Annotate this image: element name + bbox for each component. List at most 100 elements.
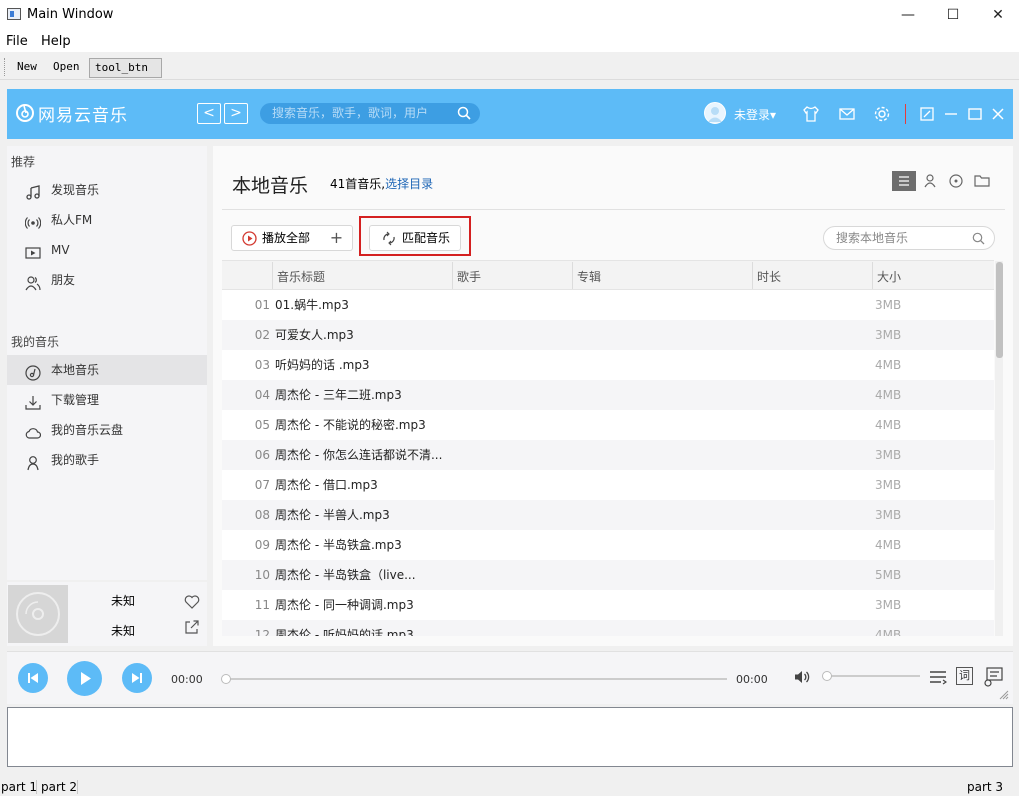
progress-slider[interactable] bbox=[225, 678, 727, 680]
play-all-button[interactable]: 播放全部 bbox=[231, 225, 322, 251]
resize-grip-icon[interactable] bbox=[999, 689, 1009, 700]
col-duration[interactable]: 时长 bbox=[757, 268, 781, 285]
sidebar-item-downloads[interactable]: 下载管理 bbox=[7, 385, 207, 415]
tool-button[interactable]: tool_btn bbox=[89, 58, 162, 78]
scrollbar-thumb[interactable] bbox=[996, 262, 1003, 358]
play-button[interactable] bbox=[67, 661, 102, 696]
col-title[interactable]: 音乐标题 bbox=[277, 268, 325, 285]
app-maximize-icon[interactable] bbox=[966, 105, 984, 123]
sidebar-item-mv[interactable]: MV bbox=[7, 235, 207, 265]
new-button[interactable]: New bbox=[12, 58, 42, 78]
table-header: 音乐标题 歌手 专辑 时长 大小 bbox=[222, 260, 994, 290]
heart-icon[interactable] bbox=[184, 595, 200, 609]
gear-icon[interactable] bbox=[873, 105, 891, 123]
next-button[interactable] bbox=[122, 663, 152, 693]
track-number: 12 bbox=[254, 628, 270, 636]
video-icon bbox=[25, 242, 41, 259]
table-row[interactable]: 01 01.蜗牛.mp3 3MB bbox=[222, 290, 994, 320]
col-size[interactable]: 大小 bbox=[877, 268, 901, 285]
table-row[interactable]: 06 周杰伦 - 你怎么连话都说不清... 3MB bbox=[222, 440, 994, 470]
column-divider bbox=[872, 262, 873, 289]
open-button[interactable]: Open bbox=[48, 58, 85, 78]
folder-view-button[interactable] bbox=[970, 171, 994, 191]
now-playing-song: 未知 bbox=[111, 594, 136, 608]
minimize-button[interactable]: — bbox=[885, 0, 931, 30]
sidebar-item-singers[interactable]: 我的歌手 bbox=[7, 445, 207, 475]
choose-dir-link[interactable]: 选择目录 bbox=[385, 177, 433, 191]
sidebar-item-label: 朋友 bbox=[51, 273, 76, 287]
chevron-down-icon: ▾ bbox=[770, 108, 777, 122]
play-icon bbox=[81, 672, 91, 685]
volume-knob[interactable] bbox=[822, 671, 832, 681]
table-row[interactable]: 08 周杰伦 - 半兽人.mp3 3MB bbox=[222, 500, 994, 530]
sidebar-item-label: 发现音乐 bbox=[51, 183, 100, 197]
progress-knob[interactable] bbox=[221, 674, 231, 684]
volume-icon[interactable] bbox=[793, 669, 811, 685]
text-edit-area[interactable] bbox=[7, 707, 1013, 767]
add-to-playlist-button[interactable]: + bbox=[321, 225, 353, 251]
avatar[interactable] bbox=[704, 102, 726, 124]
sidebar-item-local-music[interactable]: 本地音乐 bbox=[7, 355, 207, 385]
table-row[interactable]: 07 周杰伦 - 借口.mp3 3MB bbox=[222, 470, 994, 500]
track-title: 周杰伦 - 半兽人.mp3 bbox=[275, 508, 390, 522]
volume-slider[interactable] bbox=[826, 675, 920, 677]
table-row[interactable]: 04 周杰伦 - 三年二班.mp3 4MB bbox=[222, 380, 994, 410]
now-playing-artist: 未知 bbox=[111, 624, 136, 638]
track-title: 01.蜗牛.mp3 bbox=[275, 298, 349, 312]
album-cover[interactable] bbox=[8, 585, 68, 643]
app-header bbox=[7, 89, 1013, 139]
track-title: 可爱女人.mp3 bbox=[275, 328, 354, 342]
share-icon[interactable] bbox=[184, 619, 200, 635]
queue-icon[interactable] bbox=[983, 667, 1003, 687]
sidebar-item-friends[interactable]: 朋友 bbox=[7, 265, 207, 295]
mail-icon[interactable] bbox=[838, 105, 856, 123]
forward-button[interactable]: > bbox=[224, 103, 248, 124]
local-search-input[interactable]: 搜索本地音乐 bbox=[823, 226, 995, 250]
search-icon[interactable] bbox=[972, 232, 985, 245]
list-icon bbox=[899, 176, 909, 186]
album-view-button[interactable] bbox=[944, 171, 968, 191]
track-size: 4MB bbox=[875, 358, 902, 372]
table-row[interactable]: 09 周杰伦 - 半岛铁盒.mp3 4MB bbox=[222, 530, 994, 560]
match-music-button[interactable]: 匹配音乐 bbox=[369, 225, 461, 251]
match-music-label: 匹配音乐 bbox=[402, 231, 451, 245]
playlist-mode-icon[interactable] bbox=[929, 669, 948, 685]
list-view-button[interactable] bbox=[892, 171, 916, 191]
col-singer[interactable]: 歌手 bbox=[457, 268, 481, 285]
menu-file[interactable]: File bbox=[6, 34, 28, 49]
table-row[interactable]: 03 听妈妈的话 .mp3 4MB bbox=[222, 350, 994, 380]
menu-help[interactable]: Help bbox=[41, 34, 71, 49]
track-number: 11 bbox=[254, 598, 270, 612]
maximize-button[interactable]: ☐ bbox=[930, 0, 976, 30]
table-row[interactable]: 11 周杰伦 - 同一种调调.mp3 3MB bbox=[222, 590, 994, 620]
table-row[interactable]: 10 周杰伦 - 半岛铁盒（live... 5MB bbox=[222, 560, 994, 590]
skip-back-icon bbox=[28, 673, 38, 683]
prev-button[interactable] bbox=[18, 663, 48, 693]
table-row[interactable]: 05 周杰伦 - 不能说的秘密.mp3 4MB bbox=[222, 410, 994, 440]
table-row[interactable]: 12 周杰伦 - 听妈妈的话.mp3 4MB bbox=[222, 620, 994, 636]
back-button[interactable]: < bbox=[197, 103, 221, 124]
track-number: 10 bbox=[254, 568, 270, 582]
page-title: 本地音乐 bbox=[232, 175, 309, 197]
track-title: 周杰伦 - 借口.mp3 bbox=[275, 478, 378, 492]
login-link[interactable]: 未登录▾ bbox=[734, 106, 776, 123]
mini-mode-icon[interactable] bbox=[918, 105, 936, 123]
local-search-placeholder: 搜索本地音乐 bbox=[836, 231, 909, 245]
sidebar-item-cloud[interactable]: 我的音乐云盘 bbox=[7, 415, 207, 445]
status-divider bbox=[36, 780, 37, 794]
track-title: 周杰伦 - 听妈妈的话.mp3 bbox=[275, 628, 414, 636]
lyrics-button[interactable]: 词 bbox=[956, 667, 973, 685]
column-divider bbox=[752, 262, 753, 289]
skin-icon[interactable] bbox=[802, 105, 820, 123]
singer-view-button[interactable] bbox=[918, 171, 942, 191]
sidebar-item-label: MV bbox=[51, 243, 70, 257]
close-button[interactable]: ✕ bbox=[975, 0, 1019, 30]
global-search-input[interactable]: 搜索音乐，歌手，歌词，用户 bbox=[260, 103, 480, 124]
sidebar-item-discover[interactable]: 发现音乐 bbox=[7, 175, 207, 205]
table-row[interactable]: 02 可爱女人.mp3 3MB bbox=[222, 320, 994, 350]
sidebar-item-fm[interactable]: 私人FM bbox=[7, 205, 207, 235]
search-icon[interactable] bbox=[457, 106, 471, 120]
col-album[interactable]: 专辑 bbox=[577, 268, 601, 285]
app-minimize-icon[interactable] bbox=[942, 105, 960, 123]
app-close-icon[interactable] bbox=[989, 105, 1007, 123]
